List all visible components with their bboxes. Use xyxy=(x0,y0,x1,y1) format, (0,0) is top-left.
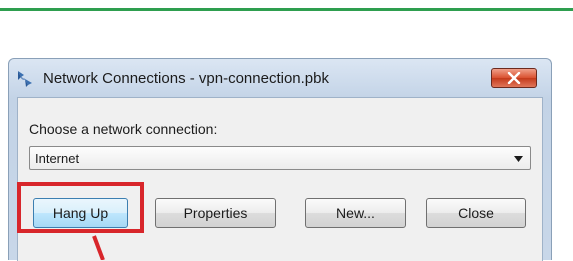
properties-button[interactable]: Properties xyxy=(155,198,276,228)
close-icon xyxy=(507,72,521,84)
top-accent-rule xyxy=(0,8,573,11)
close-button[interactable]: Close xyxy=(426,198,526,228)
network-connections-icon xyxy=(14,68,36,90)
window-title: Network Connections - vpn-connection.pbk xyxy=(43,70,329,87)
window-close-button[interactable] xyxy=(491,68,537,88)
dialog-body: Choose a network connection: Internet Ha… xyxy=(17,97,543,261)
new-button[interactable]: New... xyxy=(305,198,406,228)
title-bar[interactable]: Network Connections - vpn-connection.pbk xyxy=(9,59,551,97)
hang-up-highlight-box xyxy=(17,182,144,233)
connection-select[interactable]: Internet xyxy=(29,146,531,170)
chevron-down-icon xyxy=(514,156,523,162)
connection-select-value: Internet xyxy=(35,151,80,166)
choose-connection-label: Choose a network connection: xyxy=(29,121,218,137)
